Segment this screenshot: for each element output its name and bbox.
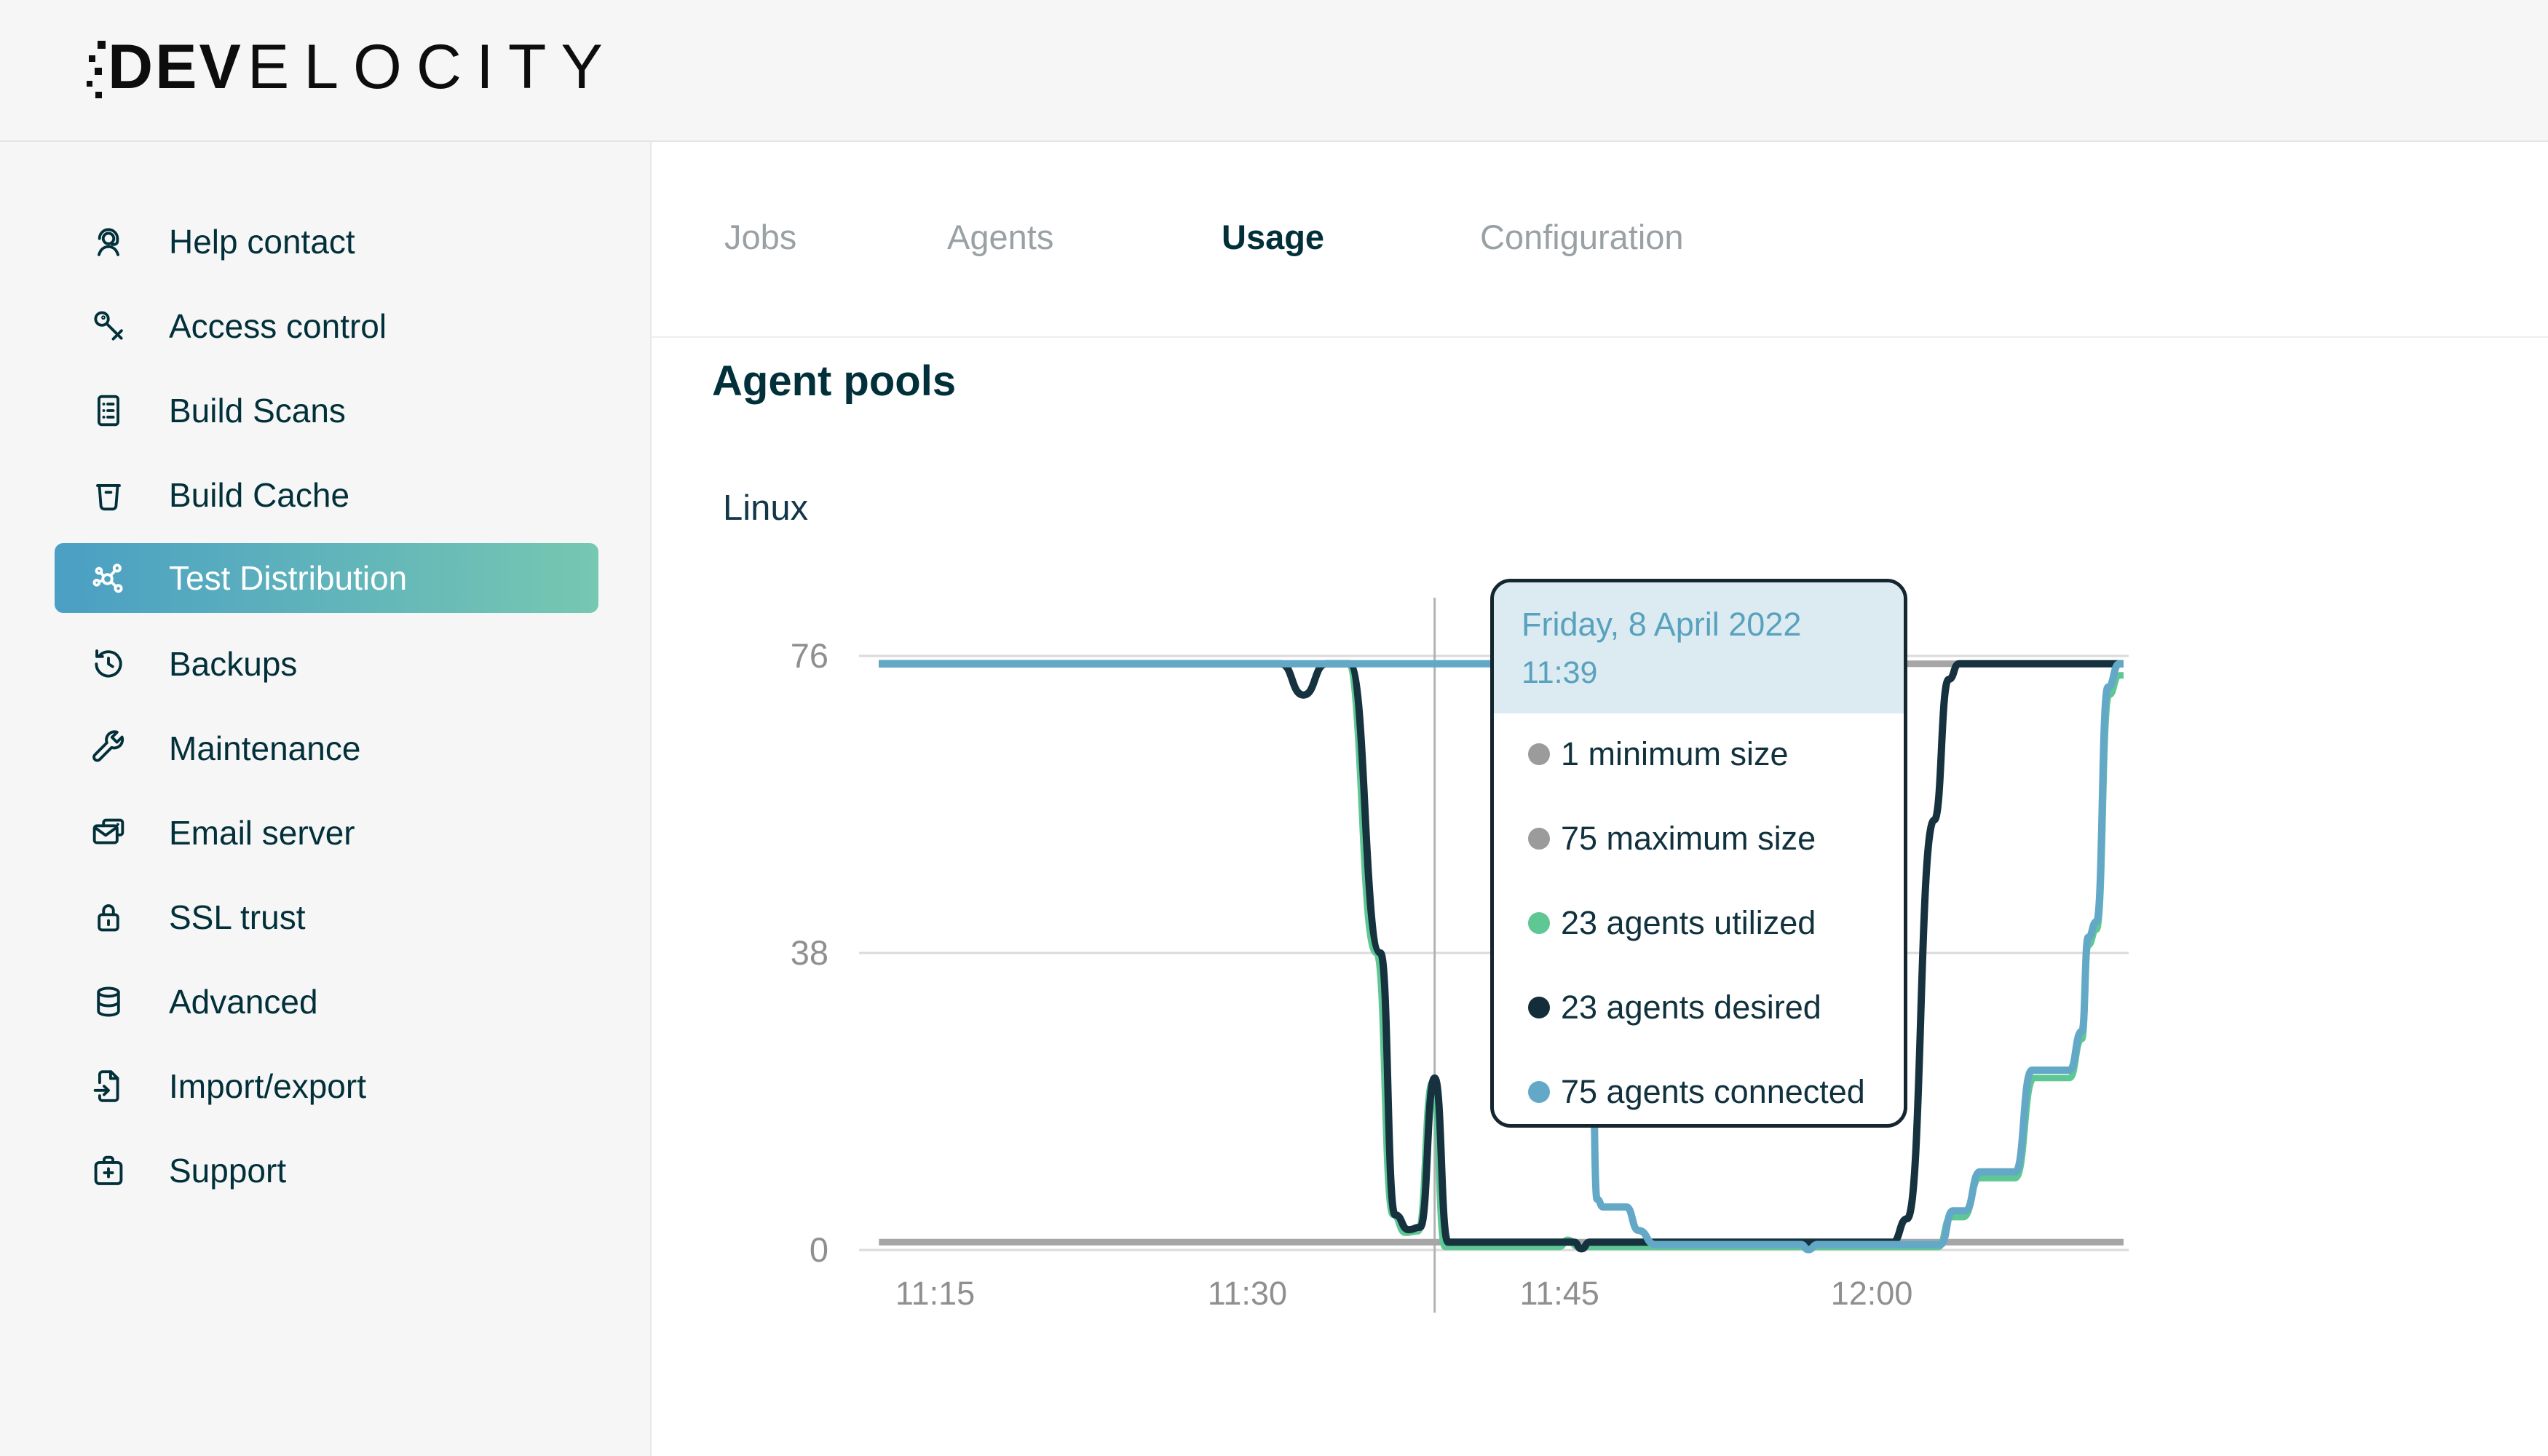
sidebar-item-label: SSL trust [169,898,305,937]
sidebar-item-label: Help contact [169,222,355,261]
minimum-size-dot-icon [1528,743,1550,765]
tooltip-row-minimum-size: 1 minimum size [1528,735,1789,773]
backups-icon [87,643,130,685]
build-cache-icon [87,474,130,516]
tooltip-row-label: 1 minimum size [1561,735,1789,773]
logo-text-light: ELOCITY [248,33,617,100]
sidebar-item-label: Import/export [169,1067,366,1106]
sidebar-item-support[interactable]: Support [55,1136,598,1206]
tooltip-row-label: 23 agents utilized [1561,904,1816,942]
agents-connected-dot-icon [1528,1081,1550,1103]
tooltip-time: 11:39 [1522,655,1904,691]
sidebar-item-build-cache[interactable]: Build Cache [55,460,598,530]
sidebar-item-label: Access control [169,306,387,346]
logo-text-bold: DEV [108,33,243,100]
tooltip-row-agents-desired: 23 agents desired [1528,989,1821,1026]
sidebar-item-backups[interactable]: Backups [55,629,598,699]
page-title: Agent pools [712,357,956,405]
sidebar-item-access-control[interactable]: Access control [55,291,598,361]
build-scans-icon [87,389,130,432]
sidebar-item-label: Maintenance [169,729,360,768]
sidebar-item-ssl-trust[interactable]: SSL trust [55,882,598,952]
sidebar-item-email-server[interactable]: Email server [55,798,598,868]
chart-tooltip: Friday, 8 April 2022 11:39 1 minimum siz… [1490,579,1907,1128]
sidebar-item-label: Advanced [169,982,318,1021]
tab-configuration[interactable]: Configuration [1480,217,1684,257]
sidebar-item-label: Build Scans [169,391,346,430]
help-contact-icon [87,221,130,263]
sidebar-item-help-contact[interactable]: Help contact [55,207,598,277]
test-distribution-icon [87,557,130,599]
tooltip-row-agents-utilized: 23 agents utilized [1528,904,1816,942]
agents-desired-dot-icon [1528,997,1550,1018]
support-icon [87,1150,130,1192]
develocity-logo: DEV ELOCITY [86,33,617,108]
sidebar-item-label: Support [169,1151,286,1190]
logo-mark-icon [86,38,108,108]
pool-tabbar: Jobs Agents Usage Configuration [652,142,2548,338]
sidebar-item-build-scans[interactable]: Build Scans [55,376,598,446]
maintenance-icon [87,727,130,769]
tab-usage[interactable]: Usage [1222,217,1324,257]
tooltip-row-label: 75 agents connected [1561,1073,1865,1111]
tooltip-row-agents-connected: 75 agents connected [1528,1073,1865,1111]
sidebar-item-test-distribution[interactable]: Test Distribution [55,543,598,613]
agents-utilized-dot-icon [1528,912,1550,934]
access-control-icon [87,305,130,347]
pool-name-label: Linux [723,488,808,529]
maximum-size-dot-icon [1528,828,1550,850]
tooltip-row-label: 75 maximum size [1561,820,1816,858]
tab-jobs[interactable]: Jobs [724,217,796,257]
sidebar-item-import-export[interactable]: Import/export [55,1051,598,1121]
sidebar-item-label: Backups [169,644,297,684]
email-server-icon [87,812,130,854]
sidebar-item-advanced[interactable]: Advanced [55,967,598,1037]
tab-agents[interactable]: Agents [947,217,1053,257]
sidebar-item-label: Email server [169,813,355,852]
sidebar-item-label: Build Cache [169,475,349,515]
advanced-icon [87,981,130,1023]
tooltip-row-label: 23 agents desired [1561,989,1821,1026]
ssl-trust-icon [87,896,130,938]
tooltip-header: Friday, 8 April 2022 11:39 [1494,582,1904,713]
tooltip-row-maximum-size: 75 maximum size [1528,820,1816,858]
admin-sidebar: Help contact Access control Build Scans … [0,142,652,1456]
tooltip-date: Friday, 8 April 2022 [1522,606,1904,644]
sidebar-item-label: Test Distribution [169,558,407,598]
import-export-icon [87,1065,130,1107]
top-header: DEV ELOCITY [0,0,2548,142]
sidebar-item-maintenance[interactable]: Maintenance [55,713,598,783]
